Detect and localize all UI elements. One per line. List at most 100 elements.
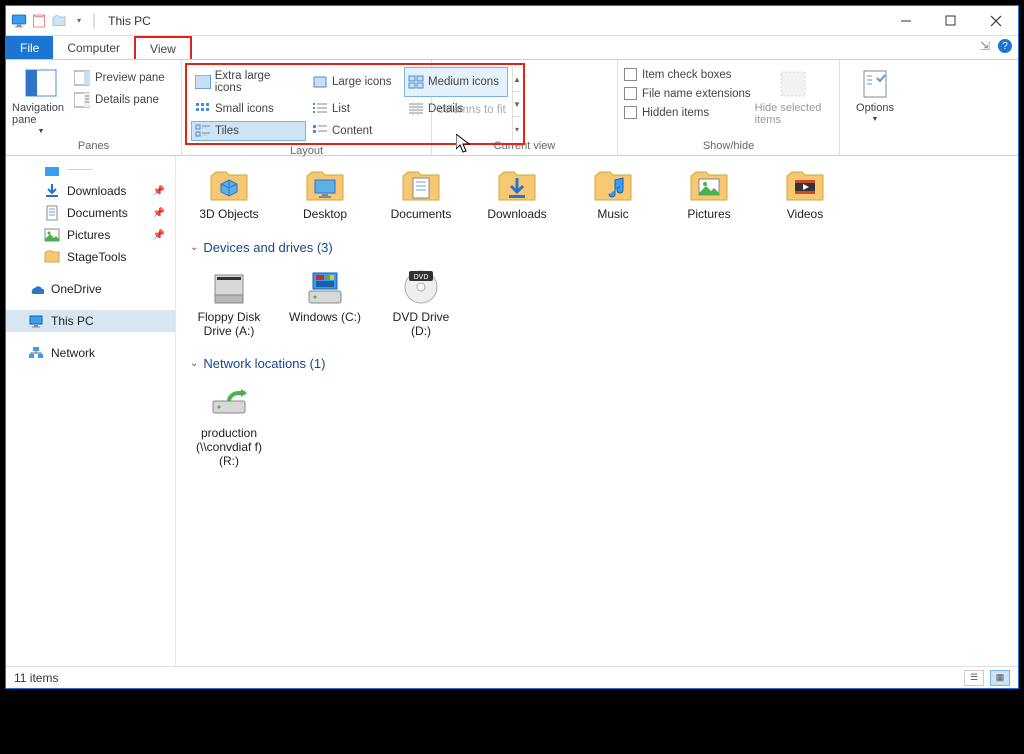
netdrive-icon	[207, 381, 251, 425]
help-icon[interactable]: ?	[998, 39, 1012, 53]
chevron-down-icon: ⌄	[190, 242, 198, 253]
preview-pane-button[interactable]: Preview pane	[74, 70, 165, 86]
layout-gallery[interactable]: Extra large icons Large icons Medium ico…	[185, 63, 525, 145]
icons-view-toggle[interactable]: ▦	[990, 670, 1010, 686]
item-label: 3D Objects	[199, 208, 258, 222]
item-floppy-disk-drive-a-[interactable]: Floppy Disk Drive (A:)	[190, 265, 268, 339]
tab-file[interactable]: File	[6, 36, 53, 59]
item-label: Pictures	[687, 208, 730, 222]
item-videos[interactable]: Videos	[766, 162, 844, 222]
showhide-group-label: Show/hide	[618, 140, 839, 155]
sidebar-item-pictures[interactable]: Pictures 📌	[6, 224, 175, 246]
tab-view[interactable]: View	[134, 36, 192, 59]
sidebar-item-label: Documents	[67, 206, 128, 220]
devices-section-header[interactable]: ⌄ Devices and drives (3)	[190, 240, 1018, 255]
details-view-toggle[interactable]: ☰	[964, 670, 984, 686]
layout-details[interactable]: Details	[404, 99, 508, 119]
sidebar-item-cut[interactable]: ───	[6, 158, 175, 180]
properties-icon[interactable]	[30, 12, 48, 30]
item-3d-objects[interactable]: 3D Objects	[190, 162, 268, 222]
item-label: Windows (C:)	[289, 311, 361, 325]
layout-gallery-scrollbar[interactable]: ▲ ▼ ▾	[512, 67, 521, 141]
item-label: DVD Drive (D:)	[382, 311, 460, 339]
layout-large-icons[interactable]: Large icons	[308, 67, 402, 97]
pc-icon	[10, 12, 28, 30]
layout-list[interactable]: List	[308, 99, 402, 119]
hidden-items-toggle[interactable]: Hidden items	[624, 106, 751, 119]
status-bar: 11 items ☰ ▦	[6, 666, 1018, 688]
3d-icon	[207, 162, 251, 206]
item-production-convdiaf-f-r-[interactable]: production (\\convdiaf f) (R:)	[190, 381, 268, 468]
item-documents[interactable]: Documents	[382, 162, 460, 222]
sidebar-item-label: StageTools	[67, 250, 126, 264]
sidebar-item-onedrive[interactable]: OneDrive	[6, 278, 175, 300]
window-controls	[883, 6, 1018, 36]
item-pictures[interactable]: Pictures	[670, 162, 748, 222]
navigation-tree[interactable]: ─── Downloads📌 Documents 📌 Pictures 📌 StageTo…	[6, 156, 176, 666]
sidebar-item-this-pc[interactable]: This PC	[6, 310, 175, 332]
folder-small-icon	[50, 12, 68, 30]
navigation-pane-button[interactable]: Navigation pane ▼	[12, 64, 70, 135]
details-pane-button[interactable]: Details pane	[74, 92, 165, 108]
layout-medium-icons[interactable]: Medium icons	[404, 67, 508, 97]
download-icon	[44, 183, 60, 199]
item-downloads[interactable]: Downloads	[478, 162, 556, 222]
ribbon-minimize-icon[interactable]: ⇲	[980, 39, 990, 53]
sidebar-item-stagetools[interactable]: StageTools	[6, 246, 175, 268]
doc-icon	[44, 205, 60, 221]
item-dvd-drive-d-[interactable]: DVD DVD Drive (D:)	[382, 265, 460, 339]
hdd-icon	[303, 265, 347, 309]
pin-icon: 📌	[153, 208, 165, 219]
dvd-icon: DVD	[399, 265, 443, 309]
sidebar-item-network[interactable]: Network	[6, 342, 175, 364]
sidebar-item-label: Downloads	[67, 184, 126, 198]
pics-icon	[687, 162, 731, 206]
checkbox-icon	[624, 68, 637, 81]
item-desktop[interactable]: Desktop	[286, 162, 364, 222]
sidebar-item-label: Network	[51, 346, 95, 360]
layout-group-label: Layout	[182, 145, 431, 160]
checkbox-icon	[624, 87, 637, 100]
onedrive-icon	[28, 281, 44, 297]
maximize-button[interactable]	[928, 6, 973, 36]
chevron-down-icon: ⌄	[190, 358, 198, 369]
pin-icon: 📌	[153, 230, 165, 241]
ribbon-tabs: File Computer View ⇲ ?	[6, 36, 1018, 60]
item-label: production (\\convdiaf f) (R:)	[190, 427, 268, 468]
pic-icon	[44, 227, 60, 243]
item-label: Desktop	[303, 208, 347, 222]
layout-tiles[interactable]: Tiles	[191, 121, 306, 141]
sidebar-item-downloads[interactable]: Downloads📌	[6, 180, 175, 202]
hide-selected-items-button[interactable]: Hide selected items	[755, 64, 831, 126]
tab-computer[interactable]: Computer	[53, 36, 134, 59]
svg-text:DVD: DVD	[414, 274, 429, 281]
layout-extra-large-icons[interactable]: Extra large icons	[191, 67, 306, 97]
sidebar-item-documents[interactable]: Documents 📌	[6, 202, 175, 224]
item-windows-c-[interactable]: Windows (C:)	[286, 265, 364, 339]
vids-icon	[783, 162, 827, 206]
navigation-pane-label: Navigation pane	[12, 102, 70, 126]
close-button[interactable]	[973, 6, 1018, 36]
window-title: This PC	[108, 14, 151, 28]
item-label: Floppy Disk Drive (A:)	[190, 311, 268, 339]
net-icon	[28, 345, 44, 361]
layout-small-icons[interactable]: Small icons	[191, 99, 306, 119]
item-check-boxes-toggle[interactable]: Item check boxes	[624, 68, 751, 81]
items-view[interactable]: 3D Objects Desktop Documents Downloads Music…	[176, 156, 1018, 666]
ribbon-view: Navigation pane ▼ Preview pane Details p…	[6, 60, 1018, 156]
item-music[interactable]: Music	[574, 162, 652, 222]
sidebar-item-label: Pictures	[67, 228, 110, 242]
file-name-extensions-toggle[interactable]: File name extensions	[624, 87, 751, 100]
minimize-button[interactable]	[883, 6, 928, 36]
layout-content[interactable]: Content	[308, 121, 402, 141]
item-label: Downloads	[487, 208, 546, 222]
qat-dropdown-icon[interactable]: ▾	[70, 12, 88, 30]
sidebar-item-label: This PC	[51, 314, 94, 328]
network-locations-header[interactable]: ⌄ Network locations (1)	[190, 356, 1018, 371]
item-label: Documents	[391, 208, 452, 222]
music-icon	[591, 162, 635, 206]
options-button[interactable]: Options ▼	[846, 64, 904, 123]
item-label: Videos	[787, 208, 823, 222]
sidebar-item-label: OneDrive	[51, 282, 102, 296]
pc-icon	[28, 313, 44, 329]
